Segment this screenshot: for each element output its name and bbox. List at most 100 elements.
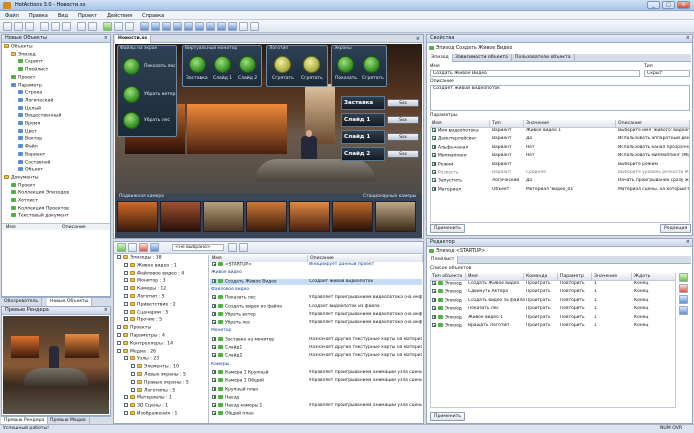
list-item[interactable]: Наезд [210,394,422,401]
list-item[interactable]: Показать лес Управляет проигрыванием виде… [210,295,422,301]
playlist-row[interactable]: Эпизод Создать Живое видео Проиграть Повтор… [431,281,675,287]
tree-item[interactable]: Изображения : 1 [124,411,177,417]
playlist-row[interactable]: Эпизод Показать лес Проиграть Повторить 1 Кон… [431,306,675,312]
remove-wind-button[interactable] [123,86,140,103]
tree-checkbox[interactable] [124,356,128,361]
param-row[interactable]: Материал Объект Материал 'видео_01' Материа… [431,186,689,193]
tree-checkbox[interactable] [131,372,135,376]
close-icon[interactable]: × [686,35,690,42]
camera-thumbnail[interactable] [246,201,287,232]
layout-icon[interactable] [151,22,160,31]
menu-item-2[interactable]: Вид [53,11,73,20]
tree-item[interactable]: Приветствие : 2 [124,301,176,308]
list-item[interactable]: Камера 1 Общий Управляет проигрыванием ан… [210,378,422,384]
tree-item[interactable]: Коллекция Эпизодов [11,190,69,196]
list-item[interactable]: Убрать ветер Управляет проигрыванием виде… [210,311,422,318]
param-checkbox[interactable] [432,153,436,158]
tree-item[interactable]: Параметры : 4 [117,333,165,339]
new-icon[interactable] [3,22,12,31]
play-icon[interactable] [103,22,112,31]
tree-item[interactable]: Прочие : 5 [124,317,162,323]
window-icon[interactable] [228,22,237,31]
tree-item[interactable]: Сценарии : 5 [124,309,168,316]
tree-item[interactable]: Цвет [18,128,37,135]
tree-item[interactable]: Документы [4,174,39,181]
type-field[interactable]: Скрыт [644,70,690,77]
tree-checkbox[interactable] [124,403,128,408]
list-item[interactable]: Слайд2 Назначает другие текстурные карты … [210,353,422,359]
tree-item[interactable]: Узлы : 23 [124,356,159,362]
tree-checkbox[interactable] [124,301,128,306]
param-checkbox[interactable] [432,136,436,141]
close-icon[interactable]: × [104,35,108,42]
tree-checkbox[interactable] [124,395,128,400]
tab-new-objects[interactable]: Новые Объекты [47,298,93,306]
item-checkbox[interactable] [212,403,216,408]
window-icon[interactable] [206,22,215,31]
save-icon[interactable] [25,22,34,31]
close-icon[interactable]: × [416,35,420,43]
menu-item-0[interactable]: Файл [0,11,24,20]
tree-item[interactable]: Левые экраны : 5 [131,372,186,378]
playlist-row[interactable]: Эпизод Живое видео 1 Проиграть Повторить 1 Ко… [431,314,675,321]
tree-item[interactable]: Скрипт [18,59,43,65]
filter-select[interactable]: <не выбрано> [172,244,224,251]
tree-item[interactable]: Текстовый документ [11,213,69,219]
slide-1-dup[interactable]: Слайд 1 [341,130,385,144]
tree-checkbox[interactable] [124,286,128,291]
item-checkbox[interactable] [212,394,216,399]
tree-checkbox[interactable] [124,317,128,322]
splash-button[interactable] [189,56,206,73]
playlist-checkbox[interactable] [432,281,436,285]
playlist-row[interactable]: Эпизод Вращать Логотип Проиграть Повторить 1… [431,323,675,329]
tree-checkbox[interactable] [117,325,121,330]
copy-icon[interactable] [128,243,137,252]
camera-thumbnail[interactable] [160,201,201,232]
param-row[interactable]: Резкость Вариант Средняя Выберите уровень р… [431,170,689,176]
tree-checkbox[interactable] [131,364,135,369]
close-icon[interactable]: × [686,239,690,246]
list-item[interactable]: Создать видео из файла Создает видеопоток… [210,303,422,310]
tree-item[interactable]: Проект [11,182,35,189]
tree-checkbox[interactable] [124,262,128,267]
item-checkbox[interactable] [212,345,216,349]
menu-item-4[interactable]: Действия [102,11,137,20]
tree-item[interactable]: Материалы : 1 [124,395,172,401]
param-checkbox[interactable] [432,144,436,149]
tree-checkbox[interactable] [131,379,135,384]
tree-item[interactable]: Файловое видео : 4 [124,270,184,277]
param-row[interactable]: Режим Вариант Выберите режим [431,161,689,168]
tree-item[interactable]: Правые экраны : 5 [131,379,189,386]
playlist-checkbox[interactable] [432,289,436,294]
param-checkbox[interactable] [432,170,436,174]
tree-checkbox[interactable] [117,333,121,337]
list-item[interactable]: Наезд камеры 1 Управляет проигрыванием ан… [210,403,422,409]
tree-checkbox[interactable] [124,278,128,283]
pause-icon[interactable] [125,22,134,31]
tree-checkbox[interactable] [117,340,121,345]
tree-item[interactable]: Камеры : 12 [124,286,166,292]
move-down-icon[interactable] [679,306,688,315]
camera-thumbnail[interactable] [332,201,373,232]
tree-item[interactable]: Эпизод [11,51,36,58]
slide-1[interactable]: Слайд 1 [341,113,385,127]
tree-checkbox[interactable] [117,255,121,259]
tree-checkbox[interactable] [117,348,121,353]
window-icon[interactable] [162,22,171,31]
list-item[interactable]: Крупный план [210,386,422,393]
play-forest-button[interactable] [123,58,140,75]
slide-1-button[interactable]: Ssx [387,116,419,124]
list-item[interactable]: Убрать лес Управляет проигрыванием видеоп… [210,320,422,326]
item-checkbox[interactable] [212,369,216,374]
tree-item[interactable]: Строка [18,90,42,96]
param-row[interactable]: Запустить Логический Да Начать проигрывание… [431,178,689,184]
slide-splash[interactable]: Заставка [341,96,385,110]
tree-item[interactable]: Вектор [18,136,42,142]
remove-forest-button[interactable] [123,112,140,129]
tab-document[interactable]: Новости.xs [115,35,152,43]
camera-thumbnail[interactable] [289,201,330,232]
list-item[interactable]: <STARTUP> Инициирует данный проект [210,262,422,268]
hide-logo-button-1[interactable] [274,56,291,73]
tree-item[interactable]: Целый [18,105,41,112]
tree-item[interactable]: Живое видео : 1 [124,262,177,269]
